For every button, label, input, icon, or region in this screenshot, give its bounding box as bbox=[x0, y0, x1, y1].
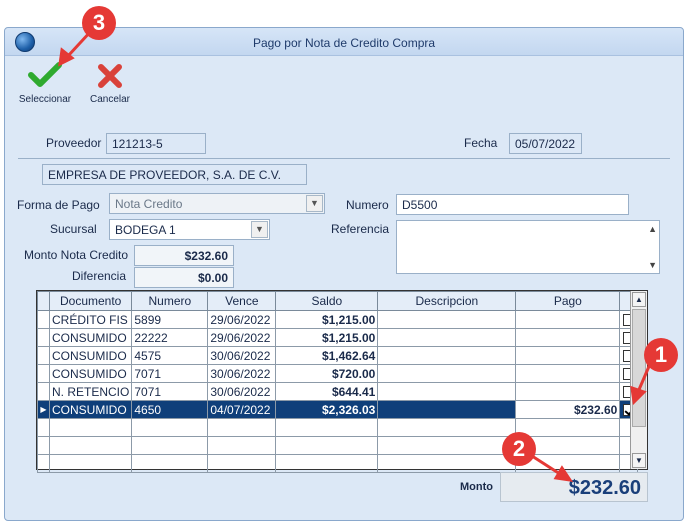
annotation-badge-2: 2 bbox=[502, 432, 536, 466]
annotation-arrows bbox=[58, 28, 652, 482]
annotation-badge-3: 3 bbox=[82, 6, 116, 40]
annotation-badge-1: 1 bbox=[644, 338, 678, 372]
